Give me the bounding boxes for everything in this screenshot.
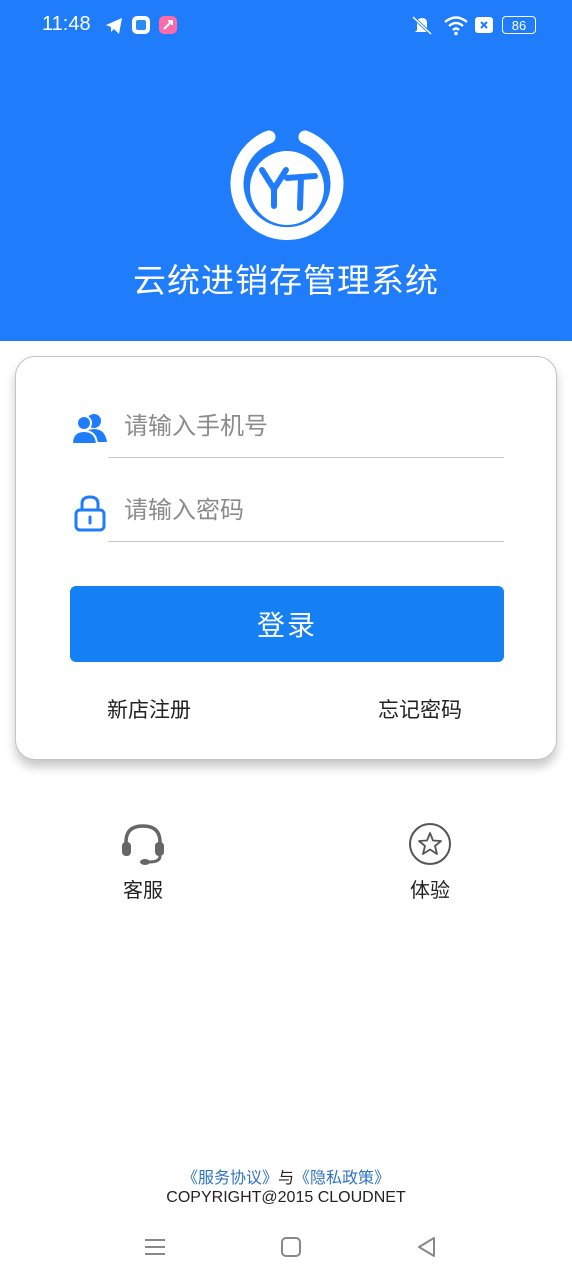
- battery-icon: 86: [502, 16, 536, 34]
- customer-service-label: 客服: [123, 878, 163, 902]
- app-icon: [132, 16, 150, 34]
- lock-icon: [74, 495, 106, 532]
- phone-underline: [108, 457, 504, 458]
- login-button[interactable]: 登录: [70, 586, 504, 662]
- password-underline: [108, 541, 504, 542]
- service-agreement-link[interactable]: 《服务协议》: [182, 1168, 278, 1187]
- back-icon[interactable]: [412, 1232, 442, 1262]
- password-field: [70, 483, 504, 543]
- trial-label: 体验: [410, 878, 450, 902]
- battery-level: 86: [511, 17, 527, 33]
- phone-input[interactable]: [124, 399, 504, 453]
- app-icon-2: [159, 16, 177, 34]
- status-time: 11:48: [42, 13, 91, 35]
- star-icon: [409, 823, 451, 865]
- login-card: 登录 新店注册 忘记密码: [15, 356, 557, 760]
- mute-icon: [411, 15, 433, 36]
- home-icon[interactable]: [276, 1232, 306, 1262]
- wifi-icon: [444, 16, 468, 36]
- headset-icon: [122, 824, 164, 865]
- telegram-icon: [106, 18, 122, 34]
- app-logo: [230, 130, 344, 241]
- customer-service-button[interactable]: 客服: [103, 820, 183, 903]
- forgot-password-link[interactable]: 忘记密码: [378, 694, 462, 724]
- trial-button[interactable]: 体验: [390, 820, 470, 903]
- register-link[interactable]: 新店注册: [107, 694, 191, 724]
- app-title: 云统进销存管理系统: [133, 261, 439, 300]
- sim-off-icon: [475, 17, 493, 33]
- phone-field: [70, 399, 504, 459]
- header-banner: 11:48 86 云统进销存管理系统: [0, 0, 572, 341]
- status-bar: 11:48 86: [0, 0, 572, 52]
- system-nav-bar: [0, 1222, 572, 1280]
- password-input[interactable]: [124, 483, 504, 537]
- policy-links: 《服务协议》与《隐私政策》: [0, 1164, 572, 1188]
- policy-conjunction: 与: [277, 1168, 294, 1187]
- privacy-policy-link[interactable]: 《隐私政策》: [294, 1168, 390, 1187]
- users-icon: [70, 414, 107, 445]
- copyright-text: COPYRIGHT@2015 CLOUDNET: [166, 1189, 406, 1206]
- menu-icon[interactable]: [140, 1232, 170, 1262]
